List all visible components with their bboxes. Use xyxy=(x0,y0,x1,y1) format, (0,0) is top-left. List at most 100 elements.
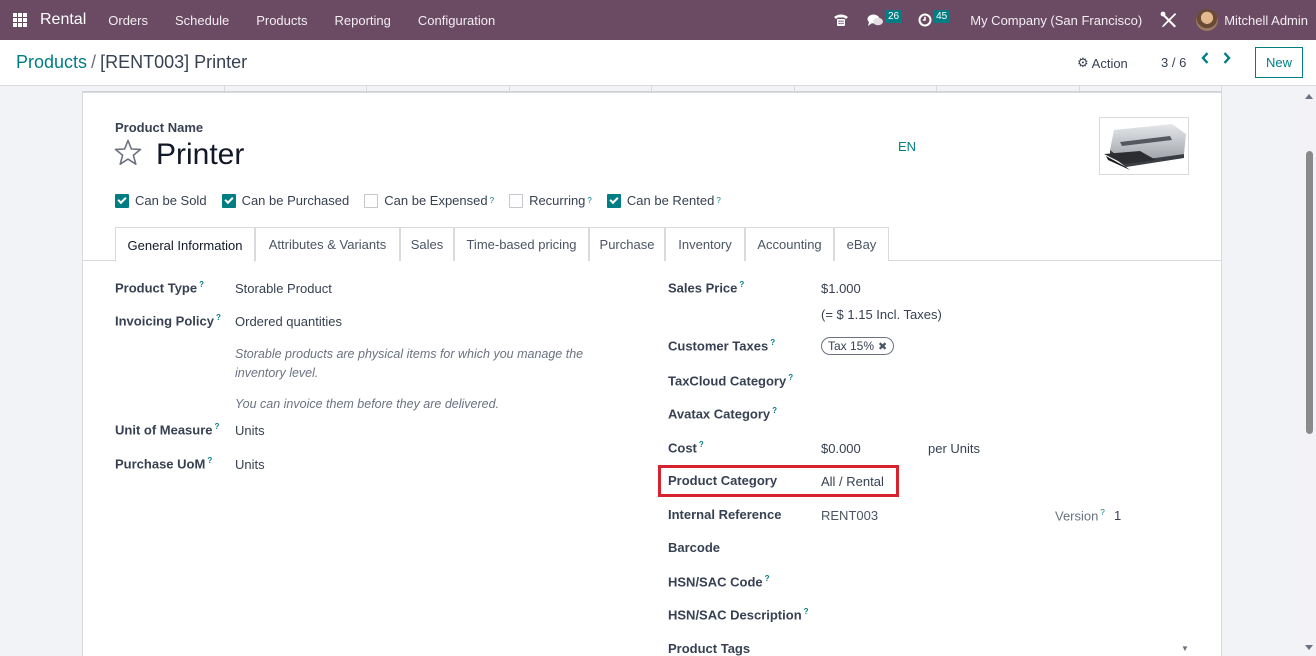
customer-taxes-label: Customer Taxes? xyxy=(668,338,776,354)
scroll-down-arrow-icon[interactable] xyxy=(1305,645,1313,650)
menu-products[interactable]: Products xyxy=(256,13,307,28)
user-avatar[interactable] xyxy=(1196,9,1219,31)
pager-next-button[interactable] xyxy=(1222,51,1232,70)
help-tooltip-icon[interactable]: ? xyxy=(770,338,775,347)
tab-sales[interactable]: Sales xyxy=(400,227,454,261)
tab-time-based-pricing[interactable]: Time-based pricing xyxy=(454,227,589,261)
breadcrumb: Products / [RENT003] Printer xyxy=(16,52,247,73)
tab-ebay[interactable]: eBay xyxy=(834,227,889,261)
tax-tag[interactable]: Tax 15% ✖ xyxy=(821,337,895,355)
taxcloud-category-input[interactable] xyxy=(821,373,1121,391)
debug-tools-button[interactable] xyxy=(1160,11,1178,29)
new-button[interactable]: New xyxy=(1255,47,1303,78)
invoicing-policy-label: Invoicing Policy? xyxy=(115,313,221,329)
version-input[interactable]: 1 xyxy=(1114,508,1121,523)
help-tooltip-icon[interactable]: ? xyxy=(788,373,793,382)
barcode-label: Barcode xyxy=(668,540,721,555)
tab-accounting[interactable]: Accounting xyxy=(745,227,834,261)
vertical-scrollbar[interactable] xyxy=(1302,86,1316,656)
tab-attributes-variants[interactable]: Attributes & Variants xyxy=(255,227,400,261)
phone-button[interactable] xyxy=(833,13,849,27)
top-navbar: Rental Orders Schedule Products Reportin… xyxy=(0,0,1316,40)
checkbox-checked[interactable] xyxy=(606,193,621,208)
avatax-category-input[interactable] xyxy=(821,406,1121,424)
product-name-input[interactable]: Printer xyxy=(156,138,244,172)
help-tooltip-icon[interactable]: ? xyxy=(765,574,770,583)
action-label: Action xyxy=(1091,55,1128,71)
cost-label: Cost? xyxy=(668,440,704,456)
scroll-up-arrow-icon[interactable] xyxy=(1305,94,1313,99)
tab-purchase[interactable]: Purchase xyxy=(589,227,665,261)
menu-configuration[interactable]: Configuration xyxy=(418,13,495,28)
breadcrumb-products-link[interactable]: Products xyxy=(16,52,87,72)
product-image[interactable] xyxy=(1099,117,1189,175)
help-tooltip-icon[interactable]: ? xyxy=(739,280,744,289)
purchase-uom-field[interactable]: Units xyxy=(235,457,265,472)
translate-language-button[interactable]: EN xyxy=(898,139,916,154)
can-be-expensed-checkbox[interactable]: Can be Expensed ? xyxy=(364,193,494,208)
barcode-input[interactable] xyxy=(821,540,1121,558)
help-tooltip-icon[interactable]: ? xyxy=(199,280,204,289)
caret-down-icon[interactable]: ▼ xyxy=(1181,644,1189,653)
checkbox-label: Can be Rented xyxy=(626,193,715,208)
remove-tag-icon[interactable]: ✖ xyxy=(878,340,887,353)
company-switcher[interactable]: My Company (San Francisco) xyxy=(970,13,1142,28)
checkbox-unchecked[interactable] xyxy=(509,193,524,208)
help-tooltip-icon[interactable]: ? xyxy=(804,607,809,616)
tab-general-information[interactable]: General Information xyxy=(115,227,255,262)
help-tooltip-icon[interactable]: ? xyxy=(587,196,591,205)
product-type-label: Product Type? xyxy=(115,280,204,296)
help-tooltip-icon[interactable]: ? xyxy=(490,196,494,205)
activities-button[interactable]: 45 xyxy=(918,9,951,27)
help-tooltip-icon[interactable]: ? xyxy=(207,456,212,465)
product-name-label: Product Name xyxy=(115,120,204,135)
help-tooltip-icon[interactable]: ? xyxy=(1100,508,1104,517)
scrollbar-thumb[interactable] xyxy=(1306,151,1313,434)
hsn-sac-code-input[interactable] xyxy=(821,574,1121,592)
help-tooltip-icon[interactable]: ? xyxy=(699,440,704,449)
user-menu[interactable]: Mitchell Admin xyxy=(1224,13,1308,28)
internal-reference-input[interactable]: RENT003 xyxy=(821,508,878,523)
help-tooltip-icon[interactable]: ? xyxy=(772,406,777,415)
chat-icon xyxy=(867,14,883,26)
checkbox-checked[interactable] xyxy=(115,193,129,208)
action-menu-button[interactable]: ⚙ Action xyxy=(1077,55,1128,71)
favorite-star-icon[interactable] xyxy=(113,138,143,168)
pager-value[interactable]: 3 / 6 xyxy=(1161,55,1186,70)
taxcloud-category-label: TaxCloud Category? xyxy=(668,373,794,389)
can-be-sold-checkbox[interactable]: Can be Sold xyxy=(115,193,207,208)
help-tooltip-icon[interactable]: ? xyxy=(215,422,220,431)
help-tooltip-icon[interactable]: ? xyxy=(716,196,720,205)
cost-input[interactable]: $0.000 xyxy=(821,441,861,456)
app-name[interactable]: Rental xyxy=(40,11,86,29)
checkbox-label: Recurring xyxy=(529,193,586,208)
help-tooltip-icon[interactable]: ? xyxy=(216,313,221,322)
messages-button[interactable]: 26 xyxy=(867,9,903,27)
menu-reporting[interactable]: Reporting xyxy=(335,13,391,28)
can-be-rented-checkbox[interactable]: Can be Rented ? xyxy=(606,193,721,208)
sales-price-incl-taxes: (= $ 1.15 Incl. Taxes) xyxy=(821,307,942,322)
product-category-select[interactable]: All / Rental xyxy=(821,474,884,489)
hsn-sac-description-input[interactable] xyxy=(821,607,1121,625)
can-be-purchased-checkbox[interactable]: Can be Purchased xyxy=(221,193,350,208)
product-flags: Can be Sold Can be Purchased Can be Expe… xyxy=(115,193,736,208)
tab-inventory[interactable]: Inventory xyxy=(665,227,745,261)
product-type-select[interactable]: Storable Product xyxy=(235,281,332,296)
unit-of-measure-field[interactable]: Units xyxy=(235,423,265,438)
clock-icon xyxy=(918,13,932,27)
product-tags-input[interactable] xyxy=(821,641,1181,656)
menu-orders[interactable]: Orders xyxy=(108,13,148,28)
checkbox-label: Can be Sold xyxy=(135,193,207,208)
checkbox-unchecked[interactable] xyxy=(364,193,379,208)
checkbox-label: Can be Purchased xyxy=(241,193,350,208)
apps-menu-button[interactable] xyxy=(2,0,38,40)
sales-price-input[interactable]: $1.000 xyxy=(821,281,861,296)
gear-icon: ⚙ xyxy=(1077,55,1089,70)
version-label: Version? xyxy=(1055,508,1105,524)
recurring-checkbox[interactable]: Recurring ? xyxy=(509,193,592,208)
pager-previous-button[interactable] xyxy=(1200,51,1210,70)
checkbox-checked[interactable] xyxy=(221,193,236,208)
invoicing-policy-select[interactable]: Ordered quantities xyxy=(235,314,342,329)
breadcrumb-current: [RENT003] Printer xyxy=(100,52,248,72)
menu-schedule[interactable]: Schedule xyxy=(175,13,229,28)
